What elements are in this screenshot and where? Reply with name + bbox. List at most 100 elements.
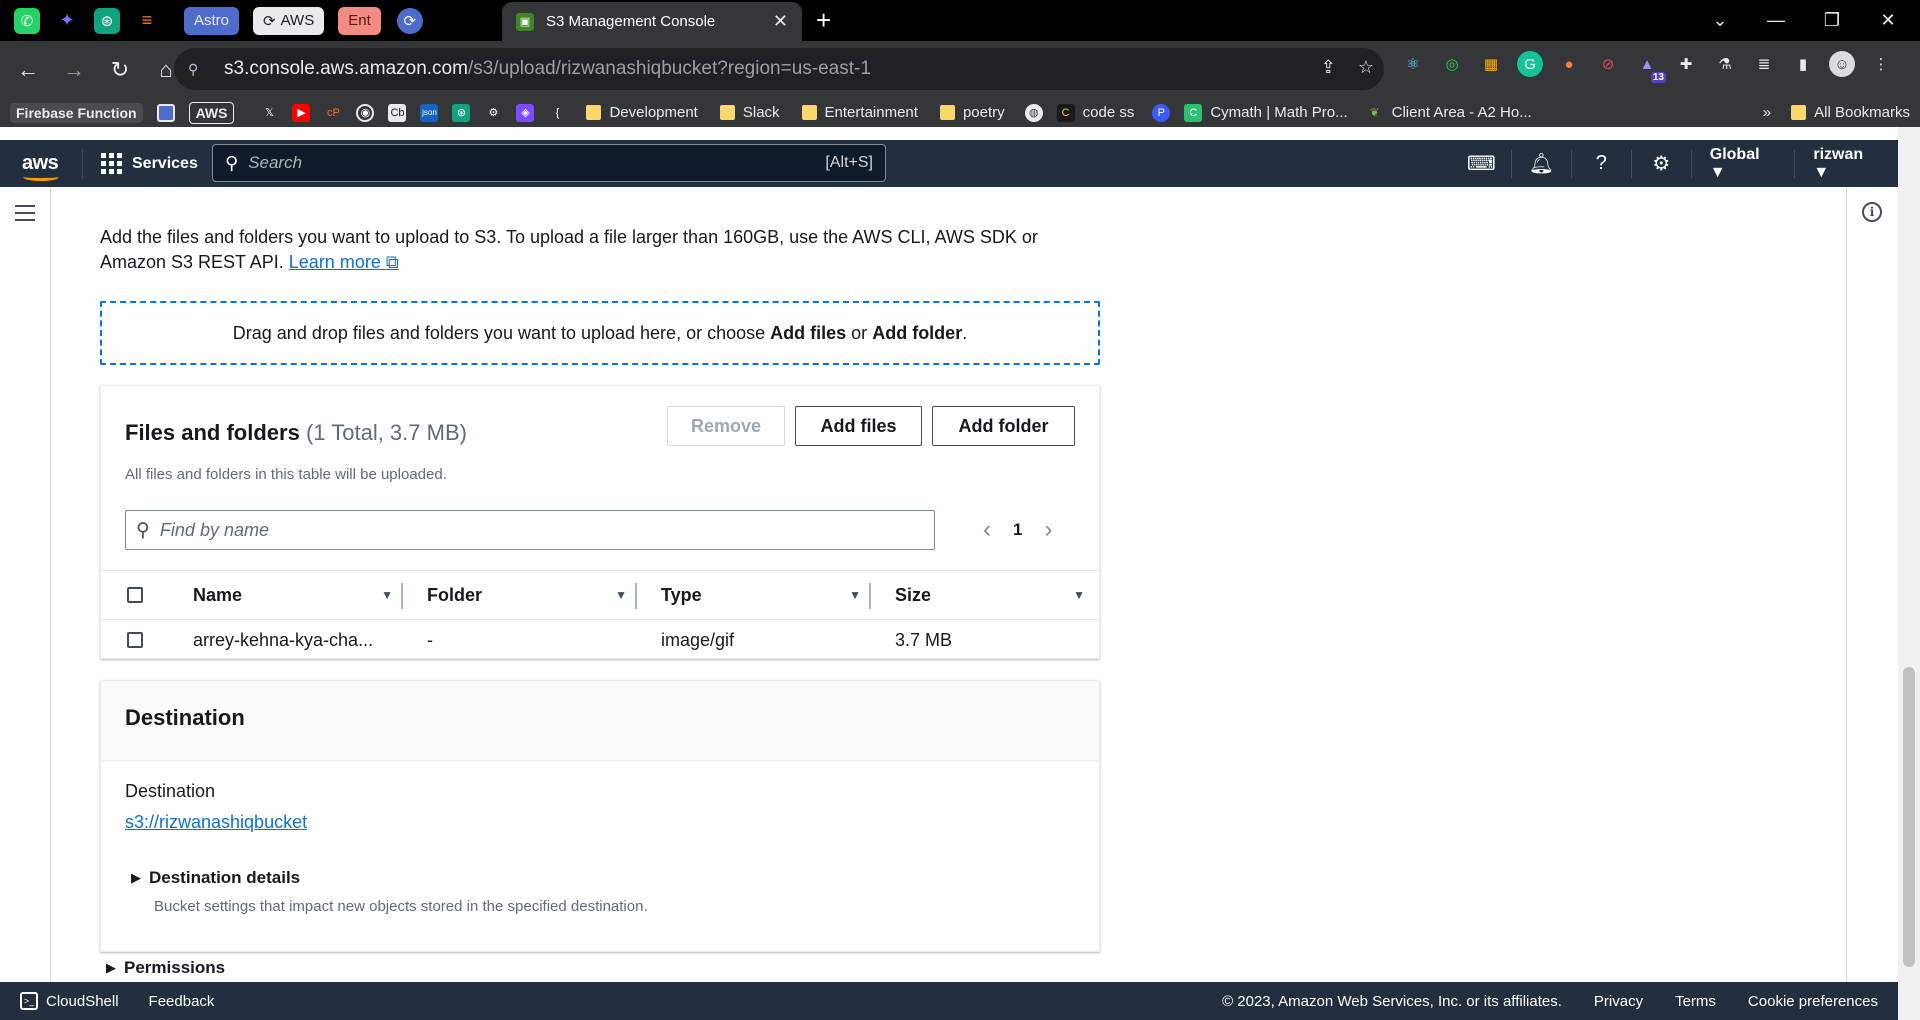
bookmark-folder-poetry[interactable]: poetry	[939, 102, 1005, 124]
active-tab[interactable]: ▣ S3 Management Console ✕	[502, 2, 802, 41]
side-navigation-rail	[0, 187, 51, 982]
minimize-icon[interactable]: —	[1748, 0, 1804, 41]
bookmark-circle[interactable]: ◉	[356, 102, 375, 124]
cloudshell-icon[interactable]: ⌨	[1452, 151, 1511, 176]
select-all-checkbox[interactable]	[127, 587, 143, 603]
current-page[interactable]: 1	[1013, 520, 1022, 540]
find-by-name-input[interactable]: ⚲ Find by name	[125, 510, 935, 550]
close-window-icon[interactable]: ✕	[1860, 0, 1916, 41]
extension-colorful-icon[interactable]: ▦	[1478, 51, 1504, 77]
account-menu[interactable]: rizwan ▼	[1795, 146, 1898, 182]
page-scrollbar[interactable]	[1898, 127, 1920, 1020]
extension-eye-off-icon[interactable]: ⊘	[1595, 51, 1621, 77]
tab-group-astro[interactable]: Astro	[184, 6, 240, 35]
bookmarks-overflow[interactable]: »	[1763, 102, 1771, 124]
new-tab-icon[interactable]: +	[816, 6, 831, 34]
extension-target-icon[interactable]: ◎	[1439, 51, 1465, 77]
add-files-button[interactable]: Add files	[795, 406, 922, 446]
whatsapp-icon[interactable]: ✆	[14, 7, 40, 34]
info-icon[interactable]: i	[1862, 202, 1882, 222]
menu-kebab-icon[interactable]: ⋮	[1868, 51, 1894, 77]
extensions-puzzle-icon[interactable]: ✚	[1673, 51, 1699, 77]
tab-group-aws[interactable]: ⟳ AWS	[253, 6, 325, 35]
privacy-link[interactable]: Privacy	[1594, 993, 1643, 1010]
aws-search-input[interactable]: ⚲ Search [Alt+S]	[212, 144, 886, 182]
bookmark-braces[interactable]: {	[548, 102, 566, 124]
bookmark-cymath[interactable]: C Cymath | Math Pro...	[1184, 102, 1348, 124]
bookmark-code-ss[interactable]: Ccode ss	[1056, 102, 1134, 124]
reading-list-icon[interactable]: ≣	[1751, 51, 1777, 77]
share-icon[interactable]: ⇪	[1321, 57, 1336, 78]
address-bar[interactable]: ⚲ s3.console.aws.amazon.com/s3/upload/ri…	[174, 48, 1384, 90]
extensions-bar: ⚛ ◎ ▦ G ● ⊘ ▲ 13 ✚ ⚗ ≣ ▮ ☺ ⋮	[1400, 51, 1894, 83]
bookmark-blank-icon[interactable]	[156, 102, 175, 124]
table-row[interactable]: arrey-kehna-kya-cha... - image/gif 3.7 M…	[101, 620, 1101, 660]
help-icon[interactable]: ?	[1572, 152, 1631, 175]
extension-drop-icon[interactable]: ●	[1556, 51, 1582, 77]
bookmark-openai[interactable]: ⚙	[484, 102, 502, 124]
bookmark-globe[interactable]: ◍	[1024, 102, 1043, 124]
aws-logo[interactable]: aws	[22, 152, 62, 181]
bookmark-youtube[interactable]: ▶	[292, 102, 311, 124]
sync-icon[interactable]: ⟳	[396, 7, 423, 34]
bookmark-json[interactable]: json	[420, 102, 439, 124]
scrollbar-thumb[interactable]	[1903, 667, 1915, 967]
react-devtools-icon[interactable]: ⚛	[1400, 51, 1426, 77]
learn-more-link[interactable]: Learn more ⧉	[289, 252, 399, 272]
restore-icon[interactable]: ❐	[1804, 0, 1860, 41]
chatgpt-icon[interactable]: ⊛	[94, 7, 120, 34]
grammarly-icon[interactable]: G	[1517, 51, 1543, 77]
services-menu-button[interactable]: Services	[101, 153, 198, 174]
cookie-preferences-link[interactable]: Cookie preferences	[1748, 993, 1878, 1010]
all-bookmarks[interactable]: All Bookmarks	[1791, 102, 1910, 124]
bookmark-cpanel[interactable]: cP	[324, 102, 342, 124]
bookmark-folder-development[interactable]: Development	[586, 102, 698, 124]
next-page-icon[interactable]: ›	[1044, 516, 1052, 544]
bookmark-aws[interactable]: AWS	[188, 101, 235, 124]
cloudshell-button[interactable]: >_ CloudShell	[20, 992, 119, 1010]
stackoverflow-icon[interactable]: ≡	[134, 8, 160, 34]
cell-type: image/gif	[661, 629, 735, 650]
bookmark-figma[interactable]: ◈	[516, 102, 535, 124]
destination-details-expander[interactable]: ▶ Destination details	[131, 868, 300, 888]
region-selector[interactable]: Global ▼	[1692, 146, 1795, 182]
extension-badge-icon[interactable]: ▲ 13	[1634, 51, 1666, 83]
destination-bucket-link[interactable]: s3://rizwanashiqbucket	[125, 812, 307, 833]
tools-rail: i	[1846, 187, 1898, 982]
notifications-bell-icon[interactable]: 🔔︎	[1512, 151, 1571, 176]
column-header-folder[interactable]: Folder ▼	[427, 570, 627, 620]
site-info-icon[interactable]: ⚲	[188, 61, 210, 78]
column-header-size[interactable]: Size ▼	[895, 570, 1085, 620]
bookmark-firebase-function[interactable]: Firebase Function	[10, 102, 143, 124]
bookmark-folder-slack[interactable]: Slack	[719, 102, 780, 124]
bookmark-client-area[interactable]: ❦ Client Area - A2 Ho...	[1366, 102, 1532, 124]
bookmark-chatgpt[interactable]: ⊛	[452, 102, 471, 124]
bookmark-cb[interactable]: Cb	[388, 102, 407, 124]
bookmark-star-icon[interactable]: ☆	[1358, 57, 1374, 78]
row-checkbox[interactable]	[127, 632, 143, 648]
permissions-expander[interactable]: ▶ Permissions	[106, 958, 225, 978]
close-tab-icon[interactable]: ✕	[773, 11, 788, 32]
remove-button[interactable]: Remove	[667, 406, 785, 446]
previous-page-icon[interactable]: ‹	[983, 516, 991, 544]
tab-search-icon[interactable]: ⌄	[1692, 0, 1748, 41]
back-icon[interactable]: ←	[8, 50, 48, 90]
upload-dropzone[interactable]: Drag and drop files and folders you want…	[100, 301, 1100, 365]
bookmark-p[interactable]: P	[1152, 102, 1171, 124]
labs-flask-icon[interactable]: ⚗	[1712, 51, 1738, 77]
hamburger-menu-icon[interactable]	[15, 205, 35, 226]
add-folder-button[interactable]: Add folder	[932, 406, 1075, 446]
terms-link[interactable]: Terms	[1675, 993, 1716, 1010]
bookmark-x[interactable]: 𝕏	[260, 102, 278, 124]
feedback-link[interactable]: Feedback	[149, 993, 215, 1010]
bookmark-folder-entertainment[interactable]: Entertainment	[801, 102, 918, 124]
profile-avatar[interactable]: ☺	[1829, 51, 1855, 77]
side-panel-icon[interactable]: ▮	[1790, 51, 1816, 77]
column-header-name[interactable]: Name ▼	[193, 570, 393, 620]
tab-group-ent[interactable]: Ent	[338, 6, 381, 35]
forward-icon[interactable]: →	[54, 50, 94, 90]
column-header-type[interactable]: Type ▼	[661, 570, 861, 620]
reload-icon[interactable]: ↻	[100, 50, 140, 90]
gemini-icon[interactable]: ✦	[54, 8, 80, 34]
settings-gear-icon[interactable]: ⚙	[1632, 151, 1691, 176]
